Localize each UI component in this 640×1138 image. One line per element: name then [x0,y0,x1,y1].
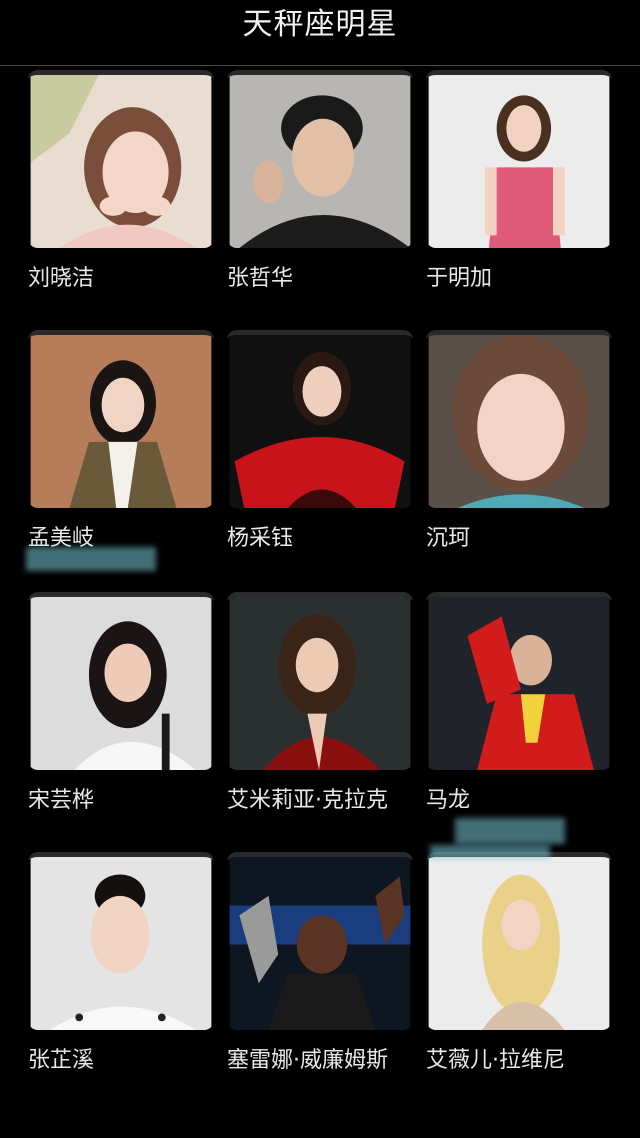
star-grid: 刘晓洁 张哲华 于明加 孟美岐 杨采钰 沉珂 宋芸桦 艾米莉亚·克拉克 马龙 张… [0,0,640,1138]
star-name[interactable]: 于明加 [426,260,492,292]
portrait-photo-icon [428,75,610,248]
star-name[interactable]: 马龙 [426,782,470,814]
star-name[interactable]: 张芷溪 [28,1042,94,1074]
portrait-photo-icon [30,597,212,770]
star-name[interactable]: 杨采钰 [227,520,293,552]
portrait-photo-icon [30,335,212,508]
star-photo[interactable] [227,852,413,1030]
star-name[interactable]: 宋芸桦 [28,782,94,814]
star-photo[interactable] [28,70,214,248]
star-photo[interactable] [227,330,413,508]
portrait-photo-icon [229,335,411,508]
star-photo[interactable] [426,330,612,508]
star-photo[interactable] [426,852,612,1030]
portrait-photo-icon [30,75,212,248]
star-photo[interactable] [426,70,612,248]
star-photo[interactable] [28,330,214,508]
star-photo[interactable] [28,852,214,1030]
star-name[interactable]: 刘晓洁 [28,260,94,292]
star-name[interactable]: 艾米莉亚·克拉克 [227,782,388,814]
star-name[interactable]: 艾薇儿·拉维尼 [426,1042,565,1074]
star-name[interactable]: 张哲华 [227,260,293,292]
overlay-strip [26,547,156,571]
star-photo[interactable] [227,592,413,770]
portrait-photo-icon [229,597,411,770]
star-photo[interactable] [28,592,214,770]
portrait-photo-icon [428,335,610,508]
portrait-photo-icon [428,597,610,770]
overlay-strip [430,845,550,859]
portrait-photo-icon [229,75,411,248]
portrait-photo-icon [229,857,411,1030]
portrait-photo-icon [428,857,610,1030]
star-name[interactable]: 沉珂 [426,520,470,552]
star-name[interactable]: 塞雷娜·威廉姆斯 [227,1042,388,1074]
star-photo[interactable] [227,70,413,248]
portrait-photo-icon [30,857,212,1030]
star-photo[interactable] [426,592,612,770]
overlay-strip [455,818,565,844]
